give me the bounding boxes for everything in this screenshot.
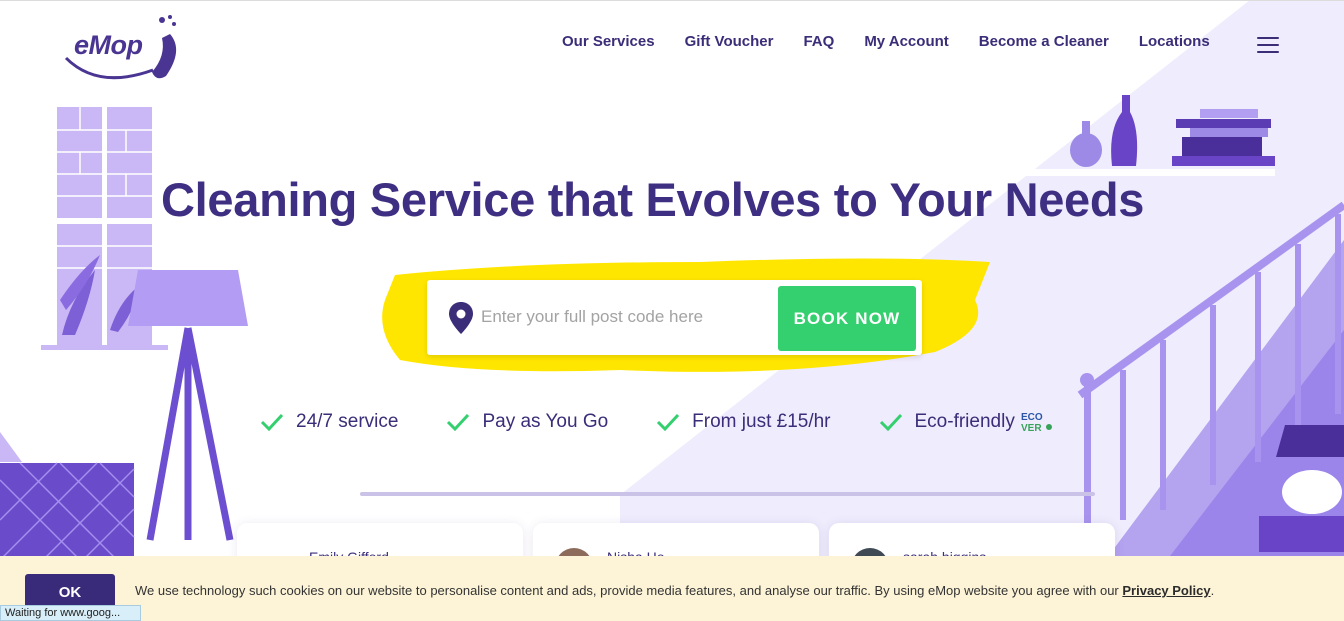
postcode-input[interactable] bbox=[481, 300, 771, 334]
main-nav: Our Services Gift Voucher FAQ My Account… bbox=[562, 33, 1240, 50]
nav-our-services[interactable]: Our Services bbox=[562, 33, 655, 50]
hero-title: Cleaning Service that Evolves to Your Ne… bbox=[161, 173, 1145, 226]
cookie-text: We use technology such cookies on our we… bbox=[135, 583, 1119, 598]
cookie-suffix: . bbox=[1210, 583, 1215, 598]
svg-text:ECO: ECO bbox=[1021, 412, 1043, 423]
feature-label: Eco-friendly bbox=[914, 411, 1015, 432]
nav-gift-voucher[interactable]: Gift Voucher bbox=[685, 33, 774, 50]
nav-my-account[interactable]: My Account bbox=[864, 33, 948, 50]
postcode-search-box: BOOK NOW bbox=[427, 280, 922, 355]
checkmark-icon bbox=[879, 413, 902, 431]
feature-item: Eco-friendly ECO VER bbox=[879, 410, 1054, 434]
nav-locations[interactable]: Locations bbox=[1139, 33, 1210, 50]
divider bbox=[360, 492, 1095, 496]
nav-faq[interactable]: FAQ bbox=[803, 33, 834, 50]
svg-text:VER: VER bbox=[1021, 423, 1042, 434]
feature-item: Pay as You Go bbox=[446, 411, 608, 433]
emop-logo[interactable]: eMop bbox=[58, 12, 188, 84]
feature-list: 24/7 service Pay as You Go From just £15… bbox=[260, 410, 1102, 434]
feature-label: Pay as You Go bbox=[482, 411, 609, 432]
feature-item: 24/7 service bbox=[260, 411, 398, 433]
book-now-button[interactable]: BOOK NOW bbox=[778, 286, 916, 351]
feature-item: From just £15/hr bbox=[656, 411, 831, 433]
hamburger-menu-icon[interactable] bbox=[1257, 37, 1279, 53]
armchair-illustration bbox=[0, 432, 135, 564]
lamp-illustration bbox=[128, 270, 248, 541]
checkmark-icon bbox=[260, 413, 284, 431]
feature-label: From just £15/hr bbox=[692, 411, 831, 432]
browser-status-bar: Waiting for www.goog... bbox=[0, 605, 141, 621]
nav-become-a-cleaner[interactable]: Become a Cleaner bbox=[979, 33, 1109, 50]
cookie-message: We use technology such cookies on our we… bbox=[135, 583, 1214, 598]
location-pin-icon bbox=[449, 302, 473, 334]
checkmark-icon bbox=[447, 413, 470, 431]
checkmark-icon bbox=[657, 413, 680, 431]
page: eMop Our Services Gift Voucher FAQ My Ac… bbox=[0, 0, 1344, 621]
cookie-banner: OK We use technology such cookies on our… bbox=[0, 556, 1344, 621]
logo-text: eMop bbox=[74, 30, 143, 60]
ecover-logo-icon: ECO VER bbox=[1021, 412, 1052, 434]
feature-label: 24/7 service bbox=[296, 411, 399, 432]
privacy-policy-link[interactable]: Privacy Policy bbox=[1122, 583, 1210, 598]
